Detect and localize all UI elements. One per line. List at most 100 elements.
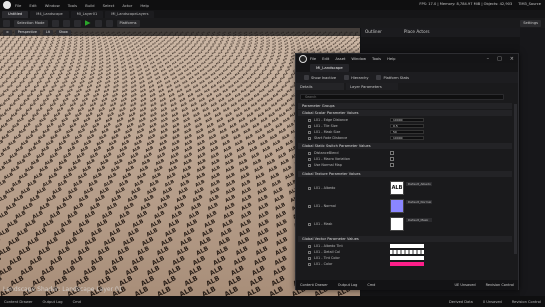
- menu-help[interactable]: Help: [140, 3, 149, 8]
- win-menu-asset[interactable]: Asset: [335, 57, 345, 61]
- switch-section-header[interactable]: Global Static Switch Parameter Values: [298, 143, 512, 149]
- details-scrollbar[interactable]: [514, 104, 517, 254]
- derived-data-button[interactable]: Derived Data: [449, 300, 473, 304]
- platforms-button[interactable]: Platforms: [116, 19, 140, 27]
- win-menu-file[interactable]: File: [310, 57, 316, 61]
- unsaved-indicator[interactable]: 0 Unsaved: [483, 300, 502, 304]
- color-swatch[interactable]: [390, 262, 424, 266]
- override-checkbox[interactable]: [308, 163, 311, 167]
- menu-select[interactable]: Select: [103, 3, 115, 8]
- platform-stats-button[interactable]: Platform Stats: [376, 75, 409, 80]
- details-side-panel: [520, 28, 545, 296]
- texture-section-header[interactable]: Global Texture Parameter Values: [298, 171, 512, 177]
- maximize-icon[interactable]: □: [497, 56, 502, 62]
- win-menu-tools[interactable]: Tools: [372, 57, 381, 61]
- unreal-logo-icon[interactable]: [3, 1, 11, 9]
- win-menu-window[interactable]: Window: [351, 57, 366, 61]
- content-drawer-button[interactable]: Content Drawer: [300, 283, 328, 287]
- perspective-button[interactable]: Perspective: [14, 29, 40, 35]
- normal-thumbnail[interactable]: [390, 199, 404, 213]
- param-value-field[interactable]: 10000: [390, 117, 424, 123]
- param-value-field[interactable]: 50: [390, 129, 424, 135]
- override-checkbox[interactable]: [308, 130, 311, 134]
- save-icon[interactable]: [3, 19, 10, 27]
- texture-select[interactable]: Default_Albedo: [406, 182, 432, 186]
- tab-landscape[interactable]: M4_Landscape: [30, 10, 69, 18]
- unsaved-indicator[interactable]: UE Unsaved: [455, 283, 476, 287]
- output-log-button[interactable]: Output Log: [43, 300, 63, 304]
- override-checkbox[interactable]: [308, 118, 311, 122]
- tab-mi-landscape[interactable]: MI_Landscape: [310, 63, 349, 72]
- texture-select[interactable]: Default_Mask: [406, 218, 432, 222]
- settings-button[interactable]: Settings: [520, 19, 541, 27]
- menu-window[interactable]: Window: [45, 3, 60, 8]
- place-actors-tab[interactable]: Place Actors: [404, 30, 430, 34]
- color-swatch[interactable]: [390, 250, 424, 254]
- hierarchy-button[interactable]: Hierarchy: [344, 75, 368, 80]
- show-button[interactable]: Show: [55, 29, 71, 35]
- override-checkbox[interactable]: [308, 244, 311, 248]
- menu-build[interactable]: Build: [85, 3, 95, 8]
- override-checkbox[interactable]: [308, 157, 311, 161]
- param-name: L01 - Macro Variation: [314, 157, 350, 161]
- tab-details[interactable]: Details: [296, 83, 344, 90]
- win-menu-help[interactable]: Help: [387, 57, 395, 61]
- override-checkbox[interactable]: [308, 256, 311, 260]
- show-inactive-label: Show Inactive: [311, 75, 337, 80]
- cinematics-icon[interactable]: [73, 19, 81, 27]
- color-swatch[interactable]: [390, 256, 424, 260]
- cmd-input[interactable]: Cmd: [367, 283, 375, 287]
- play-icon[interactable]: [84, 20, 91, 26]
- override-checkbox[interactable]: [308, 204, 311, 208]
- content-drawer-button[interactable]: Content Drawer: [4, 300, 33, 304]
- show-inactive-button[interactable]: Show Inactive: [304, 75, 336, 80]
- override-checkbox[interactable]: [308, 124, 311, 128]
- tab-untitled[interactable]: Untitled: [2, 10, 29, 18]
- eye-icon: [304, 75, 309, 80]
- skip-icon[interactable]: [94, 19, 102, 27]
- selection-mode-dropdown[interactable]: Selection Mode: [14, 19, 48, 27]
- details-search-input[interactable]: Search: [300, 94, 504, 100]
- override-checkbox[interactable]: [308, 222, 311, 226]
- param-name: L01 - Albedo Tint: [314, 244, 343, 248]
- override-checkbox[interactable]: [308, 186, 311, 190]
- texture-select[interactable]: Default_Normal: [406, 200, 432, 204]
- lit-button[interactable]: Lit: [42, 29, 53, 35]
- switch-checkbox[interactable]: [390, 163, 394, 167]
- win-menu-edit[interactable]: Edit: [322, 57, 329, 61]
- mask-thumbnail[interactable]: [390, 217, 404, 231]
- menu-edit[interactable]: Edit: [29, 3, 36, 8]
- tab-layer-parameters[interactable]: Layer Parameters: [346, 83, 398, 90]
- cmd-input[interactable]: Cmd: [73, 300, 81, 304]
- parameter-groups-header[interactable]: Parameter Groups: [298, 103, 512, 109]
- switch-checkbox[interactable]: [390, 151, 394, 155]
- param-value-field[interactable]: 10000: [390, 135, 424, 141]
- minimize-icon[interactable]: –: [487, 56, 490, 62]
- vector-section-header[interactable]: Global Vector Parameter Values: [298, 236, 512, 242]
- menu-file[interactable]: File: [15, 3, 21, 8]
- revision-control-button[interactable]: Revision Control: [486, 283, 518, 287]
- albedo-thumbnail[interactable]: ALB: [390, 181, 404, 195]
- output-log-button[interactable]: Output Log: [338, 283, 358, 287]
- revision-control-button[interactable]: Revision Control: [512, 300, 545, 304]
- viewport-menu-icon[interactable]: ≡: [3, 29, 12, 35]
- override-checkbox[interactable]: [308, 151, 311, 155]
- menu-tools[interactable]: Tools: [68, 3, 77, 8]
- scalar-section-header[interactable]: Global Scalar Parameter Values: [298, 110, 512, 116]
- param-name: L01 - Tile Size: [314, 124, 338, 128]
- texture-row: L01 - Albedo ALB Default_Albedo: [298, 180, 512, 196]
- tab-layer01[interactable]: MI_Layer01: [70, 10, 104, 18]
- switch-checkbox[interactable]: [390, 157, 394, 161]
- override-checkbox[interactable]: [308, 250, 311, 254]
- tab-landscape-layers[interactable]: MI_LandscapeLayers: [105, 10, 155, 18]
- close-icon[interactable]: ×: [510, 56, 514, 62]
- override-checkbox[interactable]: [308, 136, 311, 140]
- add-actor-icon[interactable]: [51, 19, 59, 27]
- param-value-field[interactable]: 0.5: [390, 123, 424, 129]
- color-swatch[interactable]: [390, 244, 424, 248]
- stop-icon[interactable]: [105, 19, 113, 27]
- blueprint-icon[interactable]: [62, 19, 70, 27]
- outliner-title[interactable]: Outliner: [365, 30, 382, 34]
- override-checkbox[interactable]: [308, 262, 311, 266]
- menu-actor[interactable]: Actor: [122, 3, 132, 8]
